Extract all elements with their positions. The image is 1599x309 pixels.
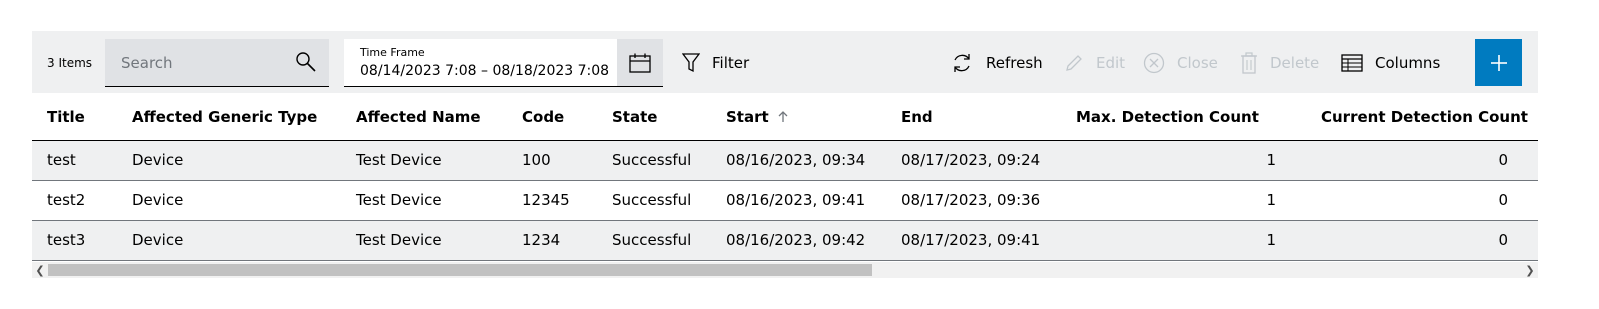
cell-state: Successful bbox=[597, 180, 711, 221]
cell-current-detection-count: 0 bbox=[1306, 180, 1538, 221]
trash-icon bbox=[1241, 52, 1257, 74]
column-header-current-detection-count[interactable]: Current Detection Count bbox=[1306, 94, 1538, 141]
cell-title: test bbox=[32, 140, 117, 181]
cell-start: 08/16/2023, 09:34 bbox=[711, 140, 886, 181]
toolbar: 3 Items Time Frame 08/14/2023 7:08 – 08/… bbox=[32, 31, 1538, 93]
delete-label: Delete bbox=[1270, 54, 1320, 72]
header-row: Title Affected Generic Type Affected Nam… bbox=[32, 94, 1538, 141]
column-header-max-detection-count[interactable]: Max. Detection Count bbox=[1061, 94, 1306, 141]
close-circle-icon bbox=[1143, 52, 1165, 74]
add-button[interactable] bbox=[1475, 39, 1522, 86]
cell-title: test2 bbox=[32, 180, 117, 221]
scroll-right-icon[interactable]: ❯ bbox=[1522, 262, 1538, 278]
cell-start: 08/16/2023, 09:42 bbox=[711, 220, 886, 261]
table-row[interactable]: test Device Test Device 100 Successful 0… bbox=[32, 140, 1538, 181]
column-header-state[interactable]: State bbox=[597, 94, 711, 141]
refresh-button[interactable]: Refresh bbox=[950, 50, 1043, 76]
columns-icon bbox=[1341, 54, 1363, 72]
cell-affected-name: Test Device bbox=[341, 220, 507, 261]
cell-max-detection-count: 1 bbox=[1061, 140, 1306, 181]
cell-max-detection-count: 1 bbox=[1061, 180, 1306, 221]
cell-affected-name: Test Device bbox=[341, 140, 507, 181]
table-row[interactable]: test2 Device Test Device 12345 Successfu… bbox=[32, 180, 1538, 221]
sort-ascending-icon bbox=[778, 110, 788, 122]
filter-button[interactable]: Filter bbox=[682, 50, 749, 76]
search-box[interactable] bbox=[105, 39, 329, 87]
horizontal-scrollbar[interactable]: ❮ ❯ bbox=[32, 262, 1538, 278]
column-header-code[interactable]: Code bbox=[507, 94, 597, 141]
search-input[interactable] bbox=[105, 39, 285, 86]
timeframe-value[interactable]: 08/14/2023 7:08 – 08/18/2023 7:08 bbox=[360, 63, 614, 79]
cell-code: 100 bbox=[507, 140, 597, 181]
table-row[interactable]: test3 Device Test Device 1234 Successful… bbox=[32, 220, 1538, 261]
column-header-affected-generic-type[interactable]: Affected Generic Type bbox=[117, 94, 341, 141]
filter-label: Filter bbox=[712, 54, 750, 72]
calendar-button[interactable] bbox=[617, 39, 663, 86]
cell-affected-generic-type: Device bbox=[117, 140, 341, 181]
plus-icon bbox=[1490, 54, 1507, 71]
search-icon[interactable] bbox=[295, 51, 317, 73]
cell-start: 08/16/2023, 09:41 bbox=[711, 180, 886, 221]
column-header-affected-name[interactable]: Affected Name bbox=[341, 94, 507, 141]
cell-code: 1234 bbox=[507, 220, 597, 261]
cell-title: test3 bbox=[32, 220, 117, 261]
cell-current-detection-count: 0 bbox=[1306, 220, 1538, 261]
cell-affected-name: Test Device bbox=[341, 180, 507, 221]
scroll-left-icon[interactable]: ❮ bbox=[32, 262, 48, 278]
refresh-label: Refresh bbox=[986, 54, 1043, 72]
columns-button[interactable]: Columns bbox=[1341, 50, 1440, 76]
cell-current-detection-count: 0 bbox=[1306, 140, 1538, 181]
column-header-end[interactable]: End bbox=[886, 94, 1061, 141]
cell-affected-generic-type: Device bbox=[117, 220, 341, 261]
cell-state: Successful bbox=[597, 140, 711, 181]
cell-code: 12345 bbox=[507, 180, 597, 221]
item-count: 3 Items bbox=[47, 56, 93, 70]
cell-end: 08/17/2023, 09:36 bbox=[886, 180, 1061, 221]
edit-button[interactable]: Edit bbox=[1064, 50, 1125, 76]
delete-button[interactable]: Delete bbox=[1240, 50, 1319, 76]
column-header-start-label: Start bbox=[726, 107, 769, 126]
filter-icon bbox=[682, 53, 700, 73]
scrollbar-thumb[interactable] bbox=[48, 264, 872, 276]
refresh-icon bbox=[954, 54, 970, 72]
column-header-title[interactable]: Title bbox=[32, 94, 117, 141]
data-table: Title Affected Generic Type Affected Nam… bbox=[32, 94, 1538, 261]
close-label: Close bbox=[1177, 54, 1218, 72]
close-button[interactable]: Close bbox=[1143, 50, 1218, 76]
cell-affected-generic-type: Device bbox=[117, 180, 341, 221]
cell-state: Successful bbox=[597, 220, 711, 261]
cell-end: 08/17/2023, 09:24 bbox=[886, 140, 1061, 181]
column-header-start[interactable]: Start bbox=[711, 94, 886, 141]
timeframe-label: Time Frame bbox=[360, 46, 425, 59]
calendar-icon bbox=[629, 53, 651, 73]
pencil-icon bbox=[1066, 55, 1082, 71]
timeframe-field[interactable]: Time Frame 08/14/2023 7:08 – 08/18/2023 … bbox=[344, 39, 663, 87]
edit-label: Edit bbox=[1096, 54, 1126, 72]
columns-label: Columns bbox=[1375, 54, 1441, 72]
cell-end: 08/17/2023, 09:41 bbox=[886, 220, 1061, 261]
cell-max-detection-count: 1 bbox=[1061, 220, 1306, 261]
